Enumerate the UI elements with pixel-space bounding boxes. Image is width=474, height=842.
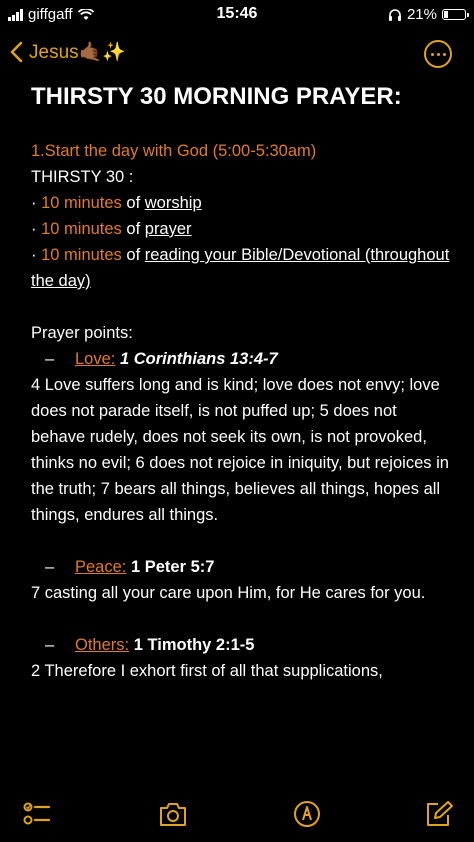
more-dot-icon — [442, 52, 446, 56]
back-button[interactable]: Jesus🤙🏾✨ — [10, 40, 126, 64]
more-dot-icon — [436, 52, 440, 56]
bullet-item: · 10 minutes of reading your Bible/Devot… — [31, 246, 450, 290]
back-label: Jesus🤙🏾✨ — [29, 42, 126, 63]
prayer-point-heading: – Others: 1 Timothy 2:1-5 — [45, 636, 255, 654]
camera-icon[interactable] — [158, 800, 188, 828]
section-heading: 1.Start the day with God (5:00-5:30am) — [31, 142, 317, 160]
more-dot-icon — [430, 52, 434, 56]
bottom-toolbar — [0, 786, 474, 842]
compose-icon[interactable] — [424, 800, 454, 828]
prayer-point-verse: 4 Love suffers long and is kind; love do… — [31, 376, 449, 524]
note-title: THIRSTY 30 MORNING PRAYER: — [31, 83, 402, 110]
prayer-point-verse: 7 casting all your care upon Him, for He… — [31, 584, 426, 602]
bullet-item: · 10 minutes of worship — [31, 194, 202, 212]
subheading: THIRSTY 30 : — [31, 168, 134, 186]
prayer-point-heading: – Peace: 1 Peter 5:7 — [45, 558, 215, 576]
status-bar: giffgaff 15:46 21% — [0, 0, 474, 28]
battery-percent: 21% — [406, 6, 437, 23]
chevron-left-icon — [10, 41, 23, 63]
status-right: 21% — [388, 6, 469, 23]
battery-icon — [442, 9, 469, 20]
note-body[interactable]: THIRSTY 30 MORNING PRAYER: 1.Start the d… — [31, 78, 450, 684]
bullet-item: · 10 minutes of prayer — [31, 220, 192, 238]
prayer-point-verse: 2 Therefore I exhort first of all that s… — [31, 662, 383, 680]
prayer-points-label: Prayer points: — [31, 324, 133, 342]
checklist-icon[interactable] — [22, 800, 52, 828]
headphones-icon — [388, 9, 401, 21]
markup-pen-icon[interactable] — [292, 800, 322, 828]
more-options-button[interactable] — [424, 40, 452, 68]
nav-bar: Jesus🤙🏾✨ — [0, 38, 474, 72]
prayer-point-heading: – Love: 1 Corinthians 13:4-7 — [45, 350, 278, 368]
